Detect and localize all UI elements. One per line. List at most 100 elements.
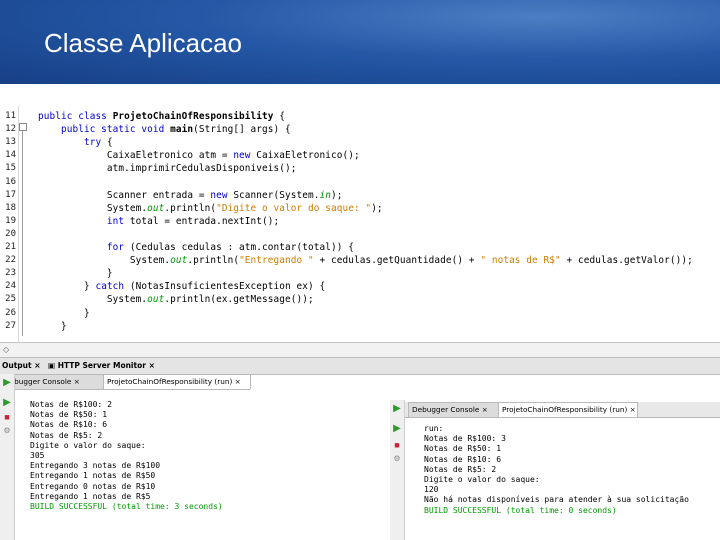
code-line[interactable]: System.out.println(ex.getMessage());: [38, 294, 314, 305]
code-token: (String[] args) {: [193, 124, 291, 136]
console-line: 305: [30, 451, 45, 461]
code-token: Scanner(System.: [233, 189, 320, 201]
rerun-icon[interactable]: ▶: [392, 404, 402, 414]
code-token: (Cedulas cedulas : atm.contar(total)) {: [129, 242, 354, 253]
code-token: new: [233, 150, 257, 162]
code-line[interactable]: }: [38, 268, 113, 279]
line-number: 15: [5, 163, 16, 174]
code-line[interactable]: public static void main(String[] args) {: [38, 124, 291, 135]
code-token: out: [170, 255, 188, 267]
code-token: System.: [38, 202, 148, 214]
console-left-text: Notas de R$100: 2 Notas de R$50: 1 Notas d…: [30, 400, 223, 512]
tab-run-label: ProjetoChainOfResponsibility (run): [502, 405, 628, 414]
line-number-gutter: 11 12 13 14 15 16 17 18 19 20 21 22 23 24 25 26 27: [0, 106, 19, 342]
code-token: int: [38, 215, 130, 227]
close-icon[interactable]: ×: [74, 377, 80, 386]
code-token: try: [38, 137, 107, 149]
code-line[interactable]: atm.imprimirCedulasDisponiveis();: [38, 163, 297, 174]
line-number: 18: [5, 202, 16, 213]
line-number: 23: [5, 268, 16, 279]
line-number: 20: [5, 228, 16, 239]
close-icon[interactable]: ×: [235, 377, 241, 386]
code-line[interactable]: Scanner entrada = new Scanner(System.in)…: [38, 190, 342, 201]
fold-guide: [22, 126, 23, 336]
rerun-icon[interactable]: ▶: [2, 378, 12, 388]
collapse-icon[interactable]: ◇: [3, 345, 9, 354]
monitor-icon: ▣: [48, 361, 56, 370]
console-line: Entregando 0 notas de R$10: [30, 481, 156, 491]
code-line[interactable]: System.out.println("Entregando " + cedul…: [38, 255, 693, 266]
line-number: 27: [5, 320, 16, 331]
code-line[interactable]: }: [38, 321, 67, 332]
settings-icon[interactable]: ⚙: [2, 426, 12, 436]
console-line: Notas de R$10: 6: [424, 454, 502, 464]
code-token: {: [106, 137, 113, 149]
code-line[interactable]: try {: [38, 137, 113, 148]
code-token: public class: [38, 111, 113, 122]
console-line: Notas de R$5: 2: [424, 464, 497, 474]
stop-icon[interactable]: ■: [2, 412, 12, 422]
console-left: Debugger Console × ProjetoChainOfRespons…: [0, 374, 251, 540]
code-line[interactable]: }: [38, 308, 90, 319]
tab-output[interactable]: Output ×: [2, 361, 41, 370]
code-line[interactable]: System.out.println("Digite o valor do sa…: [38, 203, 383, 214]
code-token: (NotasInsuficientesException ex) {: [129, 281, 326, 293]
code-token: .println(: [187, 255, 240, 267]
line-number: 26: [5, 307, 16, 318]
console-left-tabs: Debugger Console × ProjetoChainOfRespons…: [0, 374, 251, 390]
code-token: atm.imprimirCedulasDisponiveis();: [38, 163, 297, 175]
tab-run-output[interactable]: ProjetoChainOfResponsibility (run) ×: [498, 402, 638, 417]
line-number: 12: [5, 124, 16, 135]
code-token: + cedulas.getQuantidade() +: [313, 255, 481, 267]
close-icon[interactable]: ×: [149, 361, 155, 370]
console-line: Entregando 1 notas de R$5: [30, 491, 151, 501]
console-line: run:: [424, 424, 444, 433]
close-icon[interactable]: ×: [34, 361, 40, 370]
close-icon[interactable]: ×: [630, 405, 636, 414]
output-panel-tabs: Output × ▣ HTTP Server Monitor ×: [0, 357, 720, 375]
rerun-with-args-icon[interactable]: ▶: [2, 398, 12, 408]
code-token: );: [330, 189, 343, 201]
settings-icon[interactable]: ⚙: [392, 454, 402, 464]
slide-title: Classe Aplicacao: [44, 28, 242, 58]
line-number: 22: [5, 255, 16, 266]
tab-run-output[interactable]: ProjetoChainOfResponsibility (run) ×: [103, 374, 251, 389]
code-line[interactable]: } catch (NotasInsuficientesException ex)…: [38, 281, 325, 292]
code-token: public static void: [38, 124, 171, 136]
code-token: total = entrada.nextInt();: [129, 215, 280, 227]
code-token: {: [273, 111, 286, 122]
code-token: catch: [95, 281, 130, 293]
code-token: );: [371, 202, 383, 214]
panel-splitter[interactable]: ◇: [0, 342, 720, 357]
line-number: 24: [5, 281, 16, 292]
code-line[interactable]: int total = entrada.nextInt();: [38, 216, 279, 227]
tab-debugger-console[interactable]: Debugger Console ×: [408, 402, 502, 417]
code-token: + cedulas.getValor());: [560, 255, 693, 267]
code-token: new: [210, 189, 234, 201]
stop-icon[interactable]: ■: [392, 440, 402, 450]
rerun-with-args-icon[interactable]: ▶: [392, 424, 402, 434]
console-line: Entregando 3 notas de R$100: [30, 461, 161, 471]
console-right-tabs: Debugger Console × ProjetoChainOfRespons…: [390, 402, 720, 418]
code-token: in: [319, 189, 331, 201]
tab-debugger-console[interactable]: Debugger Console ×: [0, 374, 104, 389]
close-icon[interactable]: ×: [482, 405, 488, 414]
code-line[interactable]: public class ProjetoChainOfResponsibilit…: [38, 111, 285, 122]
code-line[interactable]: for (Cedulas cedulas : atm.contar(total)…: [38, 242, 354, 253]
slide-header: Classe Aplicacao: [0, 0, 720, 84]
console-line: Digite o valor do saque:: [30, 440, 146, 450]
console-line: Notas de R$100: 3: [424, 434, 506, 444]
code-line[interactable]: CaixaEletronico atm = new CaixaEletronic…: [38, 150, 360, 161]
code-token: }: [38, 307, 90, 319]
tab-http-label: HTTP Server Monitor: [57, 361, 146, 370]
build-status: BUILD SUCCESSFUL (total time: 0 seconds): [424, 505, 617, 515]
build-status: BUILD SUCCESSFUL (total time: 3 seconds): [30, 502, 223, 512]
line-number: 16: [5, 176, 16, 187]
console-right-toolbar: ▶ ▶ ■ ⚙: [390, 400, 405, 540]
console-line: Notas de R$10: 6: [30, 420, 108, 430]
code-token: .println(ex.getMessage());: [164, 294, 314, 306]
console-right: Debugger Console × ProjetoChainOfRespons…: [390, 400, 720, 540]
fold-toggle-icon[interactable]: [19, 123, 27, 131]
code-editor[interactable]: 11 12 13 14 15 16 17 18 19 20 21 22 23 24 25 26 27 publi…: [0, 106, 720, 342]
tab-http-server-monitor[interactable]: ▣ HTTP Server Monitor ×: [48, 361, 155, 370]
